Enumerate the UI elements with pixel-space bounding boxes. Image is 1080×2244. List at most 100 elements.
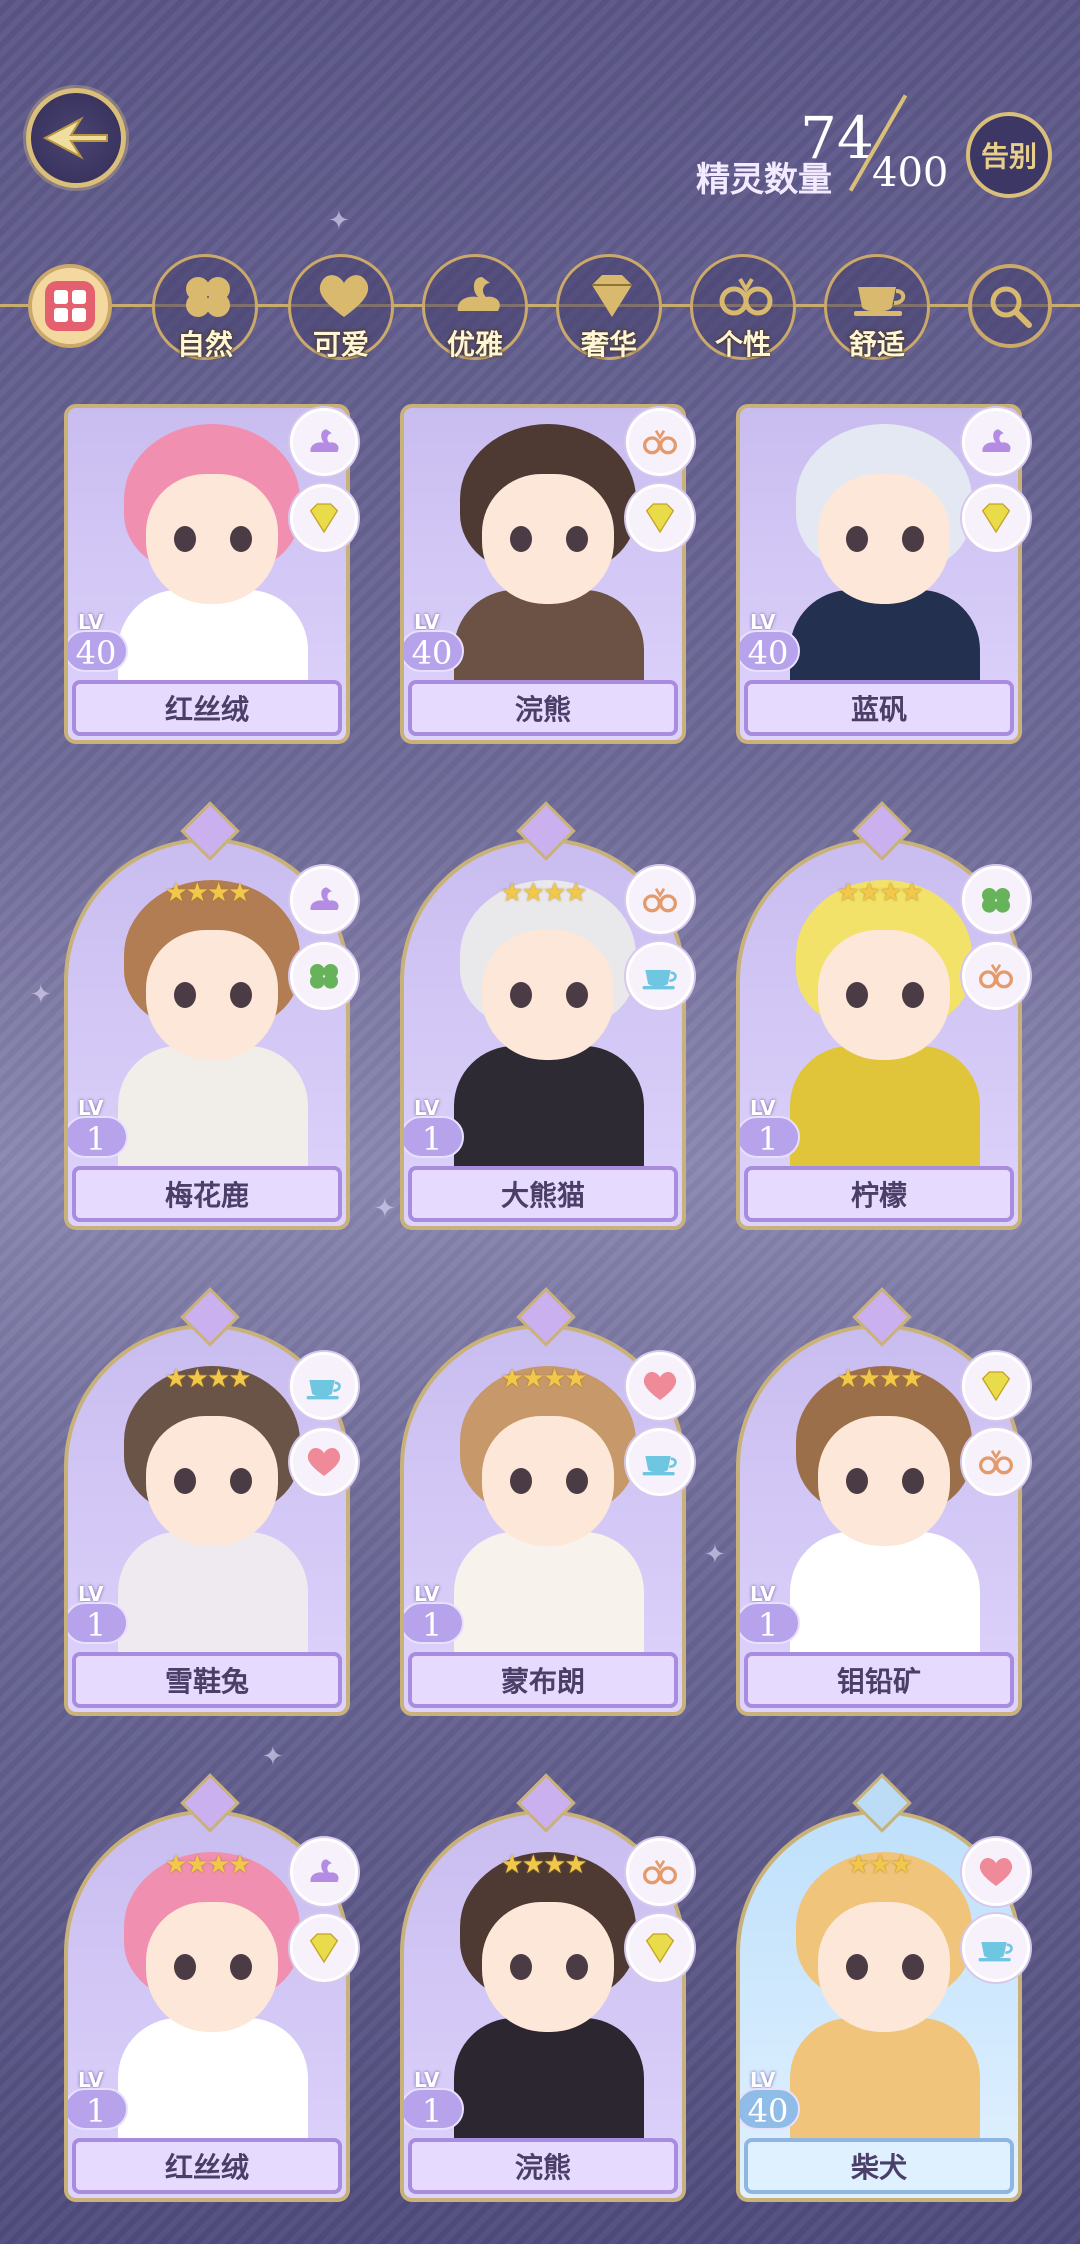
spirit-card[interactable]: ★★★★ LV 1 红丝绒 — [64, 1773, 358, 2202]
character-body — [790, 1046, 980, 1186]
teacup-icon — [854, 287, 906, 316]
character-face — [146, 1416, 278, 1546]
character-eye — [510, 526, 532, 552]
spirit-card[interactable]: ★★★★ LV 1 梅花鹿 — [64, 801, 358, 1230]
spirit-name: 浣熊 — [408, 680, 678, 736]
spirit-name: 蒙布朗 — [408, 1652, 678, 1708]
filter-label: 奢华 — [580, 328, 637, 361]
spirit-count-current: 74 — [800, 104, 874, 172]
character-body — [790, 1532, 980, 1672]
level-number: 1 — [68, 1602, 128, 1644]
level-number: 1 — [740, 1602, 800, 1644]
character-face — [482, 930, 614, 1060]
spirit-card[interactable]: ★★★★ LV 1 蒙布朗 — [400, 1287, 694, 1716]
spirit-name: 柠檬 — [744, 1166, 1014, 1222]
grid-icon — [45, 281, 95, 331]
search-button[interactable] — [968, 264, 1052, 348]
character-eye — [230, 1954, 252, 1980]
spirit-name: 蓝矾 — [744, 680, 1014, 736]
character-eye — [846, 1468, 868, 1494]
spirit-name: 红丝绒 — [72, 2138, 342, 2194]
spirit-card[interactable]: ★★★★ LV 1 雪鞋兔 — [64, 1287, 358, 1716]
spirit-name: 雪鞋兔 — [72, 1652, 342, 1708]
spirit-card[interactable]: LV 40 浣熊 — [400, 404, 694, 744]
character-face — [818, 1416, 950, 1546]
character-eye — [230, 982, 252, 1008]
filter-personality[interactable]: 个性 — [690, 254, 796, 361]
filter-elegant[interactable]: 优雅 — [422, 254, 528, 361]
character-eye — [174, 982, 196, 1008]
filter-label: 自然 — [176, 328, 233, 361]
spirit-name: 梅花鹿 — [72, 1166, 342, 1222]
spirit-card[interactable]: ★★★ LV 40 柴犬 — [736, 1773, 1030, 2202]
diamond-icon — [962, 1352, 1030, 1420]
spirit-card[interactable]: ★★★★ LV 1 大熊猫 — [400, 801, 694, 1230]
filter-all-button[interactable] — [28, 264, 112, 348]
filter-cute[interactable]: 可爱 — [288, 254, 394, 361]
glasses-icon — [962, 1428, 1030, 1496]
filter-nature[interactable]: 自然 — [152, 254, 258, 361]
diamond-icon — [290, 484, 358, 552]
heart-icon — [290, 1428, 358, 1496]
glasses-icon — [626, 866, 694, 934]
swan-icon — [457, 277, 500, 311]
character-eye — [510, 982, 532, 1008]
character-face — [818, 930, 950, 1060]
spirit-card[interactable]: ★★★★ LV 1 钼铅矿 — [736, 1287, 1030, 1716]
character-eye — [902, 1954, 924, 1980]
character-face — [818, 1902, 950, 2032]
character-face — [482, 1902, 614, 2032]
character-body — [790, 2018, 980, 2158]
spirit-name: 大熊猫 — [408, 1166, 678, 1222]
character-eye — [566, 526, 588, 552]
character-face — [146, 474, 278, 604]
filter-label: 可爱 — [312, 328, 369, 361]
level-badge: LV 1 — [68, 1582, 134, 1648]
spirit-card[interactable]: LV 40 蓝矾 — [736, 404, 1030, 744]
spirit-card[interactable]: ★★★★ LV 1 浣熊 — [400, 1773, 694, 2202]
character-eye — [230, 526, 252, 552]
spirit-name: 钼铅矿 — [744, 1652, 1014, 1708]
swan-icon — [962, 408, 1030, 476]
character-eye — [174, 1468, 196, 1494]
level-badge: LV 1 — [404, 2068, 470, 2134]
diamond-icon — [962, 484, 1030, 552]
character-eye — [846, 1954, 868, 1980]
character-body — [454, 2018, 644, 2158]
character-face — [482, 474, 614, 604]
spirit-card[interactable]: LV 40 红丝绒 — [64, 404, 358, 744]
level-number: 40 — [68, 630, 128, 672]
spirit-name: 红丝绒 — [72, 680, 342, 736]
level-badge: LV 1 — [740, 1096, 806, 1162]
teacup-icon — [290, 1352, 358, 1420]
sparkle-icon: ✦ — [328, 206, 350, 236]
level-number: 1 — [68, 1116, 128, 1158]
filter-luxury[interactable]: 奢华 — [556, 254, 662, 361]
level-number: 1 — [740, 1116, 800, 1158]
swan-icon — [290, 408, 358, 476]
diamond-icon — [592, 275, 632, 317]
level-badge: LV 40 — [740, 2068, 806, 2134]
character-eye — [566, 1954, 588, 1980]
back-button[interactable] — [26, 88, 126, 188]
clover-icon — [290, 942, 358, 1010]
diamond-icon — [626, 1914, 694, 1982]
diamond-icon — [626, 484, 694, 552]
farewell-button[interactable]: 告别 — [966, 112, 1052, 198]
level-number: 1 — [404, 1116, 464, 1158]
level-number: 40 — [740, 630, 800, 672]
teacup-icon — [626, 1428, 694, 1496]
character-eye — [846, 982, 868, 1008]
level-badge: LV 1 — [404, 1096, 470, 1162]
heart-icon — [319, 275, 369, 317]
filter-comfort[interactable]: 舒适 — [824, 254, 930, 361]
swan-icon — [290, 866, 358, 934]
level-number: 1 — [404, 2088, 464, 2130]
level-badge: LV 40 — [404, 610, 470, 676]
spirit-card[interactable]: ★★★★ LV 1 柠檬 — [736, 801, 1030, 1230]
sparkle-icon: ✦ — [262, 1742, 284, 1772]
search-icon — [990, 286, 1032, 328]
character-face — [146, 930, 278, 1060]
character-eye — [174, 526, 196, 552]
character-face — [146, 1902, 278, 2032]
